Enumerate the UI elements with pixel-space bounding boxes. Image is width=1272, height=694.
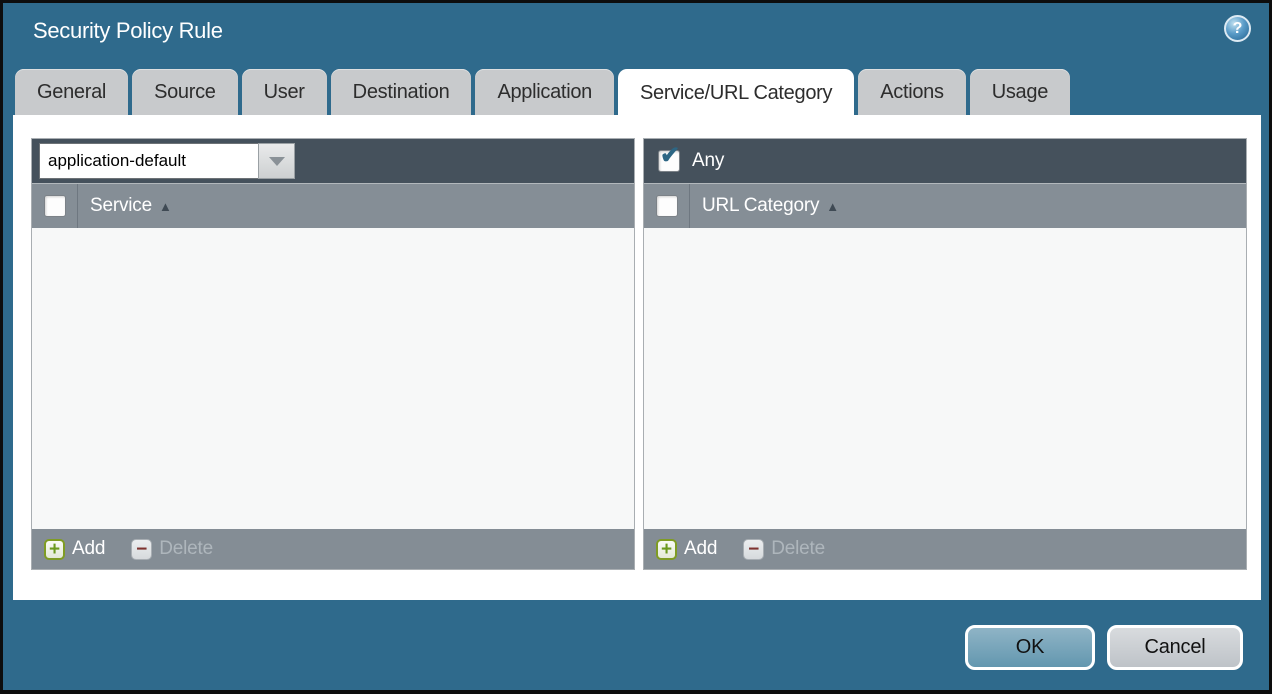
cancel-button[interactable]: Cancel [1107, 625, 1243, 670]
service-panel-toolbar [32, 139, 634, 183]
dialog-footer: OK Cancel [965, 625, 1243, 670]
sort-asc-icon: ▲ [159, 199, 172, 214]
url-category-column-label: URL Category [702, 195, 819, 217]
add-service-button[interactable]: + Add [44, 538, 105, 560]
url-category-list [644, 228, 1246, 529]
tab-strip: General Source User Destination Applicat… [15, 69, 1257, 116]
checkmark-icon: ✔ [660, 144, 680, 168]
delete-service-button[interactable]: − Delete [131, 538, 213, 560]
page-title: Security Policy Rule [33, 18, 223, 44]
tab-service-url-category[interactable]: Service/URL Category [618, 69, 854, 117]
help-icon[interactable]: ? [1224, 15, 1251, 42]
service-type-dropdown-button[interactable] [258, 143, 295, 179]
any-checkbox[interactable]: ✔ [658, 150, 680, 172]
tab-user[interactable]: User [242, 69, 327, 116]
plus-icon: + [44, 539, 65, 560]
security-policy-rule-dialog: Security Policy Rule ? General Source Us… [3, 3, 1269, 690]
title-bar: Security Policy Rule ? [3, 3, 1269, 66]
tab-source[interactable]: Source [132, 69, 238, 116]
url-category-panel: ✔ Any URL Category ▲ + Add − [643, 138, 1247, 570]
service-list [32, 228, 634, 529]
service-type-combo [39, 143, 295, 179]
tab-destination[interactable]: Destination [331, 69, 472, 116]
sort-asc-icon: ▲ [826, 199, 839, 214]
url-category-panel-footer: + Add − Delete [644, 529, 1246, 569]
ok-button[interactable]: OK [965, 625, 1095, 670]
select-all-services-checkbox[interactable] [44, 195, 66, 217]
url-category-panel-toolbar: ✔ Any [644, 139, 1246, 183]
service-panel: Service ▲ + Add − Delete [31, 138, 635, 570]
tab-general[interactable]: General [15, 69, 128, 116]
chevron-down-icon [269, 157, 285, 166]
service-panel-footer: + Add − Delete [32, 529, 634, 569]
service-type-input[interactable] [39, 143, 258, 179]
minus-icon: − [131, 539, 152, 560]
select-all-url-categories-checkbox[interactable] [656, 195, 678, 217]
any-row: ✔ Any [650, 150, 724, 172]
minus-icon: − [743, 539, 764, 560]
tab-actions[interactable]: Actions [858, 69, 966, 116]
plus-icon: + [656, 539, 677, 560]
add-url-category-button[interactable]: + Add [656, 538, 717, 560]
service-column-header[interactable]: Service ▲ [32, 183, 634, 228]
any-label: Any [692, 150, 724, 172]
tab-content: Service ▲ + Add − Delete ✔ [13, 115, 1261, 600]
tab-usage[interactable]: Usage [970, 69, 1070, 116]
service-column-label: Service [90, 195, 152, 217]
delete-url-category-button[interactable]: − Delete [743, 538, 825, 560]
tab-application[interactable]: Application [475, 69, 614, 116]
url-category-column-header[interactable]: URL Category ▲ [644, 183, 1246, 228]
